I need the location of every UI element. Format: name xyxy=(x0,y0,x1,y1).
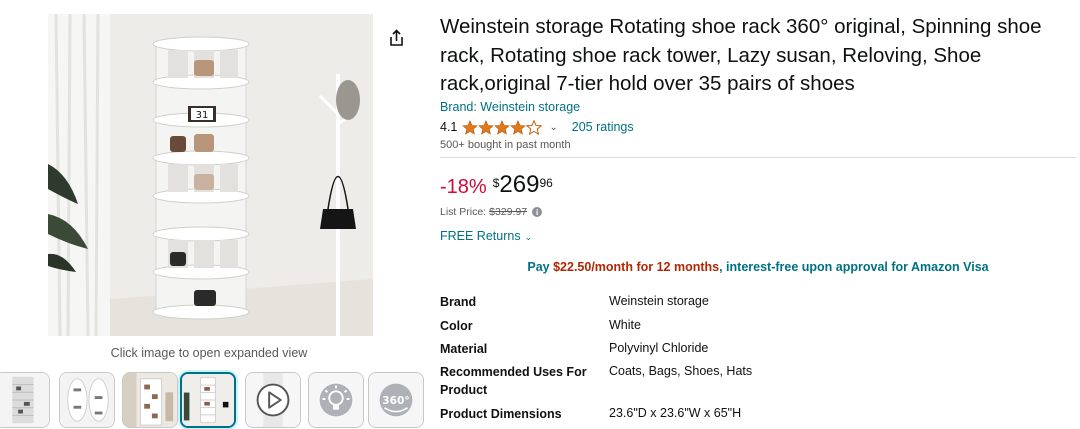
ratings-count-link[interactable]: 205 ratings xyxy=(572,120,634,134)
calendar-label: 31 xyxy=(196,110,209,121)
thumbnail-1[interactable] xyxy=(0,372,50,428)
pay-prefix: Pay xyxy=(527,260,554,274)
chevron-down-icon[interactable]: ⌄ xyxy=(549,122,557,133)
main-product-image[interactable]: 31 xyxy=(48,14,373,336)
pay-amount: $22.50/month for 12 months xyxy=(553,260,720,274)
free-returns-link[interactable]: FREE Returns ⌄ xyxy=(440,229,532,243)
thumbnail-3-image xyxy=(123,373,177,427)
info-icon[interactable]: i xyxy=(532,207,543,217)
spec-key: Brand xyxy=(440,295,477,309)
list-price-value: $329.97 xyxy=(489,206,528,218)
share-button[interactable] xyxy=(384,26,408,50)
share-icon xyxy=(389,29,403,46)
rating-row: 4.1 ⌄ 205 ratings xyxy=(440,119,634,135)
pay-suffix: , interest-free upon approval for Amazon… xyxy=(719,260,989,274)
spec-key: Color xyxy=(440,319,473,333)
monthly-payment-offer[interactable]: Pay $22.50/month for 12 months, interest… xyxy=(440,260,1076,274)
divider xyxy=(440,157,1076,158)
star-icon xyxy=(494,119,511,135)
product-title: Weinstein storage Rotating shoe rack 360… xyxy=(440,15,1042,95)
chevron-down-icon: ⌄ xyxy=(524,232,533,242)
thumbnail-4-image xyxy=(182,374,234,426)
shoe-rack-tower: 31 xyxy=(152,36,250,320)
spec-value: 23.6"D x 23.6"W x 65"H xyxy=(609,406,742,420)
thumbnail-2-image xyxy=(60,373,114,427)
discount-percent: -18% xyxy=(440,176,487,198)
star-icon xyxy=(478,119,495,135)
brand-link[interactable]: Brand: Weinstein storage xyxy=(440,100,580,114)
thumbnail-4-selected[interactable] xyxy=(180,372,236,428)
star-icon xyxy=(510,119,527,135)
bought-past-month: 500+ bought in past month xyxy=(440,139,571,151)
list-price: List Price: $329.97 i xyxy=(440,206,543,218)
spec-key: Material xyxy=(440,342,488,356)
thumbnail-360[interactable]: 360° xyxy=(368,372,424,428)
spec-value: Polyvinyl Chloride xyxy=(609,341,709,355)
star-icon xyxy=(462,119,479,135)
thumbnail-strip: 360° xyxy=(0,372,430,429)
play-icon xyxy=(246,373,300,427)
thumbnail-360-label: 360° xyxy=(382,395,409,407)
spec-value: Weinstein storage xyxy=(609,294,709,308)
main-product-image-drawing: 31 xyxy=(48,14,373,336)
spec-key: Recommended Uses For Product xyxy=(440,365,587,397)
lightbulb-icon xyxy=(309,373,363,427)
price-currency: $ xyxy=(492,176,500,190)
list-price-label: List Price: xyxy=(440,206,487,218)
thumbnail-3[interactable] xyxy=(122,372,178,428)
star-rating[interactable] xyxy=(462,119,543,135)
image-caption: Click image to open expanded view xyxy=(110,346,308,360)
thumbnail-2[interactable] xyxy=(59,372,115,428)
360-icon: 360° xyxy=(369,373,423,427)
price-whole: 269 xyxy=(499,171,540,198)
rating-value: 4.1 xyxy=(440,120,458,134)
price-fraction: 96 xyxy=(539,176,553,190)
free-returns-label: FREE Returns xyxy=(440,229,521,243)
thumbnail-1-image xyxy=(0,373,49,427)
spec-value: Coats, Bags, Shoes, Hats xyxy=(609,364,753,378)
star-outline-icon xyxy=(526,119,543,135)
price-block: -18% $ 269 96 xyxy=(440,172,553,202)
thumbnail-video[interactable] xyxy=(245,372,301,428)
spec-key: Product Dimensions xyxy=(440,407,562,421)
thumbnail-tips[interactable] xyxy=(308,372,364,428)
spec-value: White xyxy=(609,318,641,332)
